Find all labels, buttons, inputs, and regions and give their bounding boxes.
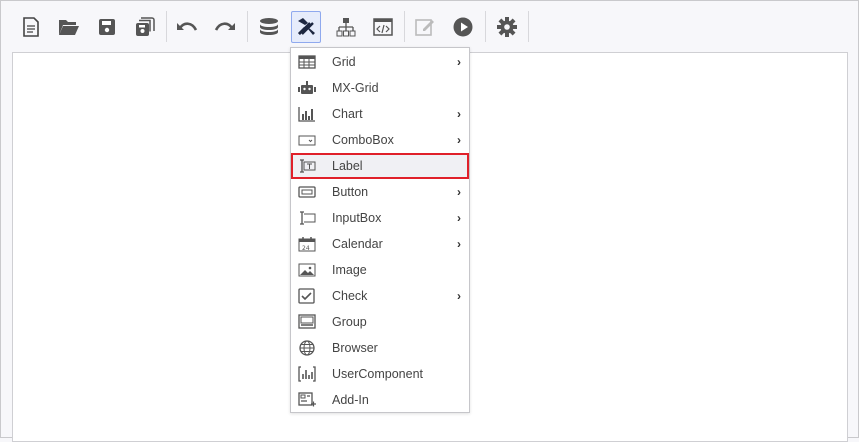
button-icon (298, 184, 316, 200)
menu-item-label: Add-In (332, 393, 369, 407)
menu-item-label: ComboBox (332, 133, 394, 147)
menu-item-label: Browser (332, 341, 378, 355)
new-file-button[interactable] (16, 11, 46, 43)
label-icon (298, 158, 316, 174)
chevron-right-icon: › (457, 55, 461, 69)
menu-item-label: Chart (332, 107, 363, 121)
save-all-icon (136, 17, 155, 36)
menu-item-label: Button (332, 185, 369, 199)
chevron-right-icon: › (457, 289, 461, 303)
menu-item-label: Label (332, 159, 363, 173)
menu-item-grid[interactable]: Grid › (291, 49, 469, 75)
play-icon (453, 17, 473, 37)
add-in-icon (298, 392, 316, 408)
undo-button[interactable] (172, 11, 202, 43)
menu-item-label[interactable]: Label (291, 153, 469, 179)
chevron-right-icon: › (457, 133, 461, 147)
settings-button[interactable] (492, 11, 522, 43)
browser-icon (298, 340, 316, 356)
check-icon (298, 288, 316, 304)
hierarchy-button[interactable] (331, 11, 361, 43)
toolbar-separator (485, 11, 486, 42)
menu-item-chart[interactable]: Chart › (291, 101, 469, 127)
chevron-right-icon: › (457, 237, 461, 251)
save-icon (99, 19, 115, 35)
database-button[interactable] (254, 11, 284, 43)
code-window-icon (373, 18, 393, 36)
redo-icon (214, 22, 235, 31)
group-icon (298, 314, 316, 330)
menu-item-label: Image (332, 263, 367, 277)
script-button[interactable] (368, 11, 398, 43)
usercomponent-icon (298, 366, 316, 382)
menu-item-group[interactable]: Group (291, 309, 469, 335)
chevron-right-icon: › (457, 107, 461, 121)
component-menu: Grid › MX-Grid Chart › ComboBox › Label Button › I… (290, 47, 470, 413)
menu-item-label: Calendar (332, 237, 383, 251)
menu-item-add-in[interactable]: Add-In (291, 387, 469, 413)
tools-button[interactable] (291, 11, 321, 43)
menu-item-label: UserComponent (332, 367, 424, 381)
edit-icon (415, 19, 434, 36)
mx-grid-icon (298, 80, 316, 96)
chart-icon (298, 106, 316, 122)
menu-item-calendar[interactable]: 24 Calendar › (291, 231, 469, 257)
save-all-button[interactable] (130, 11, 160, 43)
menu-item-image[interactable]: Image (291, 257, 469, 283)
toolbar-separator (528, 11, 529, 42)
inputbox-icon (298, 210, 316, 226)
tools-icon (298, 18, 315, 35)
combobox-icon (298, 132, 316, 148)
new-file-icon (23, 17, 39, 37)
menu-item-browser[interactable]: Browser (291, 335, 469, 361)
edit-button[interactable] (410, 11, 440, 43)
chevron-right-icon: › (457, 185, 461, 199)
chevron-right-icon: › (457, 211, 461, 225)
gear-icon (497, 17, 517, 37)
run-button[interactable] (448, 11, 478, 43)
calendar-icon: 24 (298, 236, 316, 252)
toolbar (1, 1, 859, 51)
folder-open-icon (59, 20, 79, 35)
image-icon (298, 262, 316, 278)
menu-item-usercomponent[interactable]: UserComponent (291, 361, 469, 387)
grid-icon (298, 54, 316, 70)
open-button[interactable] (54, 11, 84, 43)
undo-icon (177, 22, 198, 31)
svg-text:24: 24 (302, 245, 310, 252)
menu-item-label: MX-Grid (332, 81, 379, 95)
save-button[interactable] (92, 11, 122, 43)
toolbar-separator (247, 11, 248, 42)
menu-item-label: Grid (332, 55, 356, 69)
menu-item-check[interactable]: Check › (291, 283, 469, 309)
database-icon (260, 18, 278, 35)
toolbar-separator (404, 11, 405, 42)
redo-button[interactable] (210, 11, 240, 43)
toolbar-separator (166, 11, 167, 42)
menu-item-mx-grid[interactable]: MX-Grid (291, 75, 469, 101)
menu-item-inputbox[interactable]: InputBox › (291, 205, 469, 231)
menu-item-label: Check (332, 289, 368, 303)
menu-item-combobox[interactable]: ComboBox › (291, 127, 469, 153)
menu-item-label: Group (332, 315, 367, 329)
menu-item-button[interactable]: Button › (291, 179, 469, 205)
sitemap-icon (336, 18, 356, 37)
menu-item-label: InputBox (332, 211, 382, 225)
